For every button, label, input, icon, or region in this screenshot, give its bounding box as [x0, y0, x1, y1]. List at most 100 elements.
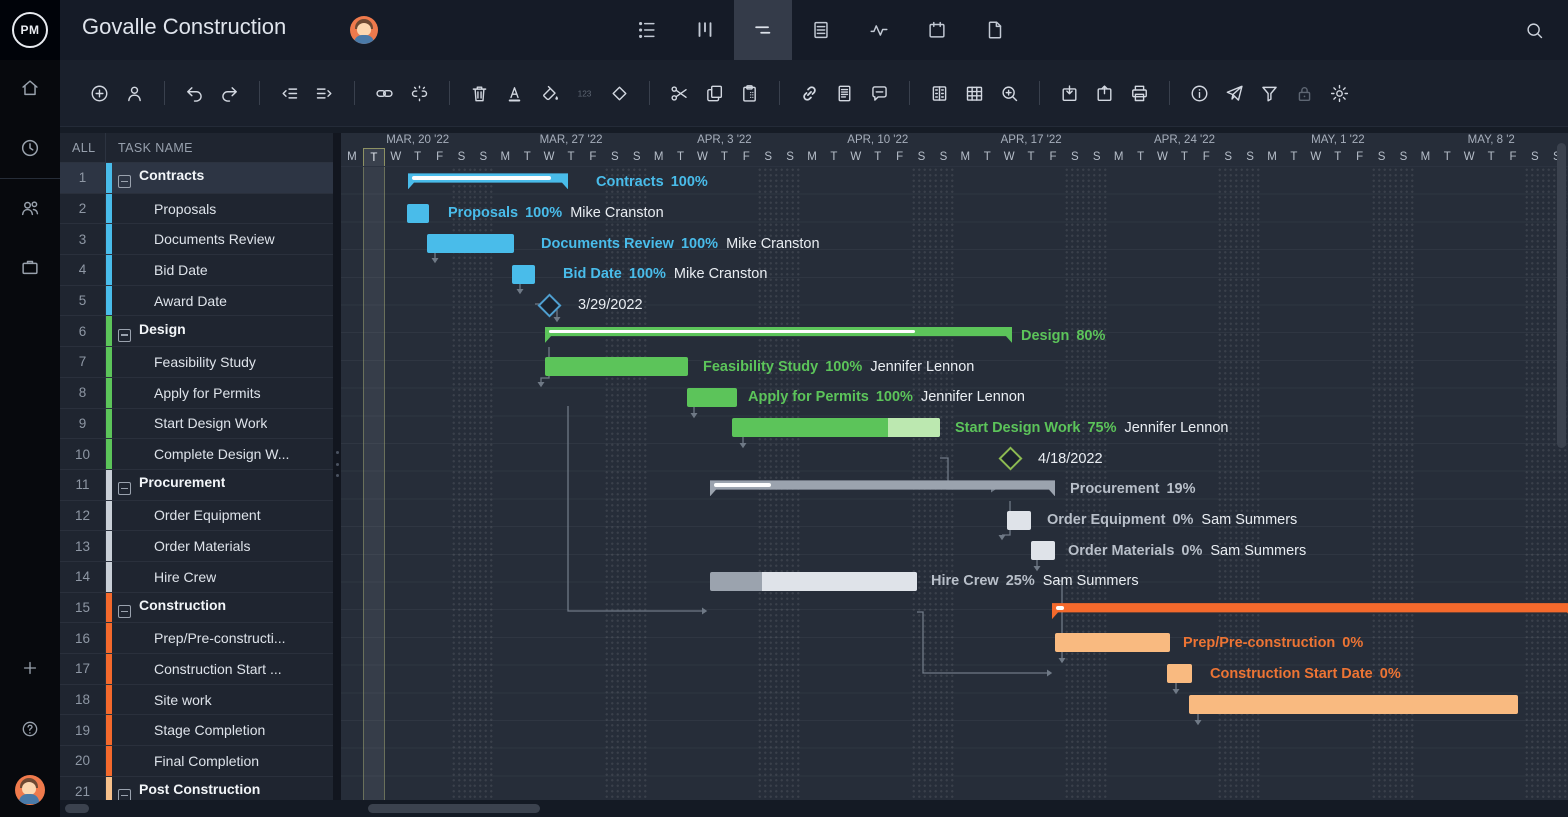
tab-view-sheet[interactable]	[792, 0, 850, 60]
link-tasks-button[interactable]	[367, 75, 402, 111]
gantt-summary-bar[interactable]	[545, 327, 1012, 343]
task-row[interactable]: 13Order Materials	[60, 531, 333, 562]
column-header-task-name[interactable]: TASK NAME	[106, 141, 193, 155]
horizontal-scrollbar[interactable]	[60, 800, 1568, 817]
collapse-toggle-icon[interactable]	[118, 329, 131, 342]
gantt-task-bar[interactable]	[1031, 541, 1055, 560]
app-logo[interactable]: PM	[0, 0, 60, 60]
gantt-task-bar[interactable]	[1007, 511, 1031, 530]
gantt-task-bar[interactable]	[1167, 664, 1192, 683]
lock-button[interactable]	[1287, 75, 1322, 111]
collapse-toggle-icon[interactable]	[118, 789, 131, 800]
rail-item-help[interactable]	[0, 709, 60, 749]
task-row[interactable]: 2Proposals	[60, 194, 333, 225]
rail-avatar[interactable]	[0, 770, 60, 810]
add-task-button[interactable]	[82, 75, 117, 111]
task-list-hscroll-thumb[interactable]	[65, 804, 89, 813]
task-row[interactable]: 3Documents Review	[60, 224, 333, 255]
paste-button[interactable]	[732, 75, 767, 111]
rail-item-team[interactable]	[0, 188, 60, 228]
attachment-button[interactable]	[792, 75, 827, 111]
column-header-all[interactable]: ALL	[60, 133, 106, 163]
gantt-task-bar[interactable]	[732, 418, 940, 437]
milestone-button[interactable]	[602, 75, 637, 111]
rail-item-recent[interactable]	[0, 128, 60, 168]
tab-view-page[interactable]	[966, 0, 1024, 60]
gantt-task-bar[interactable]	[545, 357, 688, 376]
gantt-summary-bar[interactable]	[408, 173, 568, 189]
tab-view-calendar[interactable]	[908, 0, 966, 60]
task-row[interactable]: 9Start Design Work	[60, 409, 333, 440]
task-row[interactable]: 18Site work	[60, 685, 333, 716]
project-owner-avatar[interactable]	[350, 16, 378, 44]
tab-view-list[interactable]	[618, 0, 676, 60]
comment-button[interactable]	[862, 75, 897, 111]
text-color-button[interactable]	[497, 75, 532, 111]
import-button[interactable]	[1052, 75, 1087, 111]
gantt-task-bar[interactable]	[407, 204, 429, 223]
gantt-canvas[interactable]: Contracts100%Proposals100%Mike CranstonD…	[341, 167, 1568, 800]
rail-item-home[interactable]	[0, 68, 60, 108]
columns-button[interactable]	[922, 75, 957, 111]
collapse-toggle-icon[interactable]	[118, 175, 131, 188]
timeline-day-cell: T	[670, 148, 692, 166]
tab-view-gantt[interactable]	[734, 0, 792, 60]
task-row[interactable]: 12Order Equipment	[60, 501, 333, 532]
gantt-summary-bar[interactable]	[710, 480, 1055, 496]
task-row[interactable]: 1Contracts	[60, 163, 333, 194]
assign-user-button[interactable]	[117, 75, 152, 111]
collapse-toggle-icon[interactable]	[118, 482, 131, 495]
tab-view-activity[interactable]	[850, 0, 908, 60]
redo-button[interactable]	[212, 75, 247, 111]
task-row[interactable]: 20Final Completion	[60, 746, 333, 777]
gantt-task-bar[interactable]	[427, 234, 514, 253]
outdent-button[interactable]	[272, 75, 307, 111]
unlink-tasks-button[interactable]	[402, 75, 437, 111]
settings-button[interactable]	[1322, 75, 1357, 111]
task-row[interactable]: 19Stage Completion	[60, 715, 333, 746]
print-button[interactable]	[1122, 75, 1157, 111]
task-row[interactable]: 8Apply for Permits	[60, 378, 333, 409]
gantt-task-bar[interactable]	[1189, 695, 1518, 714]
gantt-summary-bar[interactable]	[1052, 603, 1568, 619]
collapse-toggle-icon[interactable]	[118, 605, 131, 618]
gantt-task-bar[interactable]	[710, 572, 917, 591]
task-row[interactable]: 5Award Date	[60, 286, 333, 317]
chart-hscroll-thumb[interactable]	[368, 804, 540, 813]
numbers-button[interactable]: 123	[567, 75, 602, 111]
gantt-task-bar[interactable]	[687, 388, 737, 407]
task-row[interactable]: 17Construction Start ...	[60, 654, 333, 685]
notes-button[interactable]	[827, 75, 862, 111]
timeline-day-cell: M	[341, 148, 363, 166]
gantt-task-bar[interactable]	[1055, 633, 1170, 652]
info-button[interactable]	[1182, 75, 1217, 111]
rail-item-add[interactable]	[0, 648, 60, 688]
search-button[interactable]	[1518, 14, 1550, 46]
tab-view-board[interactable]	[676, 0, 734, 60]
fill-color-button[interactable]	[532, 75, 567, 111]
delete-button[interactable]	[462, 75, 497, 111]
rail-item-portfolio[interactable]	[0, 247, 60, 287]
vertical-scrollbar[interactable]	[1557, 133, 1566, 800]
vertical-scrollbar-thumb[interactable]	[1557, 143, 1566, 448]
copy-button[interactable]	[697, 75, 732, 111]
task-row[interactable]: 16Prep/Pre-constructi...	[60, 623, 333, 654]
undo-button[interactable]	[177, 75, 212, 111]
grid-button[interactable]	[957, 75, 992, 111]
task-row[interactable]: 21Post Construction	[60, 777, 333, 800]
panel-splitter[interactable]	[333, 133, 341, 800]
gantt-task-bar[interactable]	[512, 265, 535, 284]
cut-button[interactable]	[662, 75, 697, 111]
task-row[interactable]: 11Procurement	[60, 470, 333, 501]
task-row[interactable]: 7Feasibility Study	[60, 347, 333, 378]
indent-button[interactable]	[307, 75, 342, 111]
export-button[interactable]	[1087, 75, 1122, 111]
task-row[interactable]: 15Construction	[60, 593, 333, 624]
task-row[interactable]: 14Hire Crew	[60, 562, 333, 593]
zoom-in-button[interactable]	[992, 75, 1027, 111]
task-row[interactable]: 10Complete Design W...	[60, 439, 333, 470]
task-row[interactable]: 6Design	[60, 316, 333, 347]
task-row[interactable]: 4Bid Date	[60, 255, 333, 286]
filter-button[interactable]	[1252, 75, 1287, 111]
share-button[interactable]	[1217, 75, 1252, 111]
